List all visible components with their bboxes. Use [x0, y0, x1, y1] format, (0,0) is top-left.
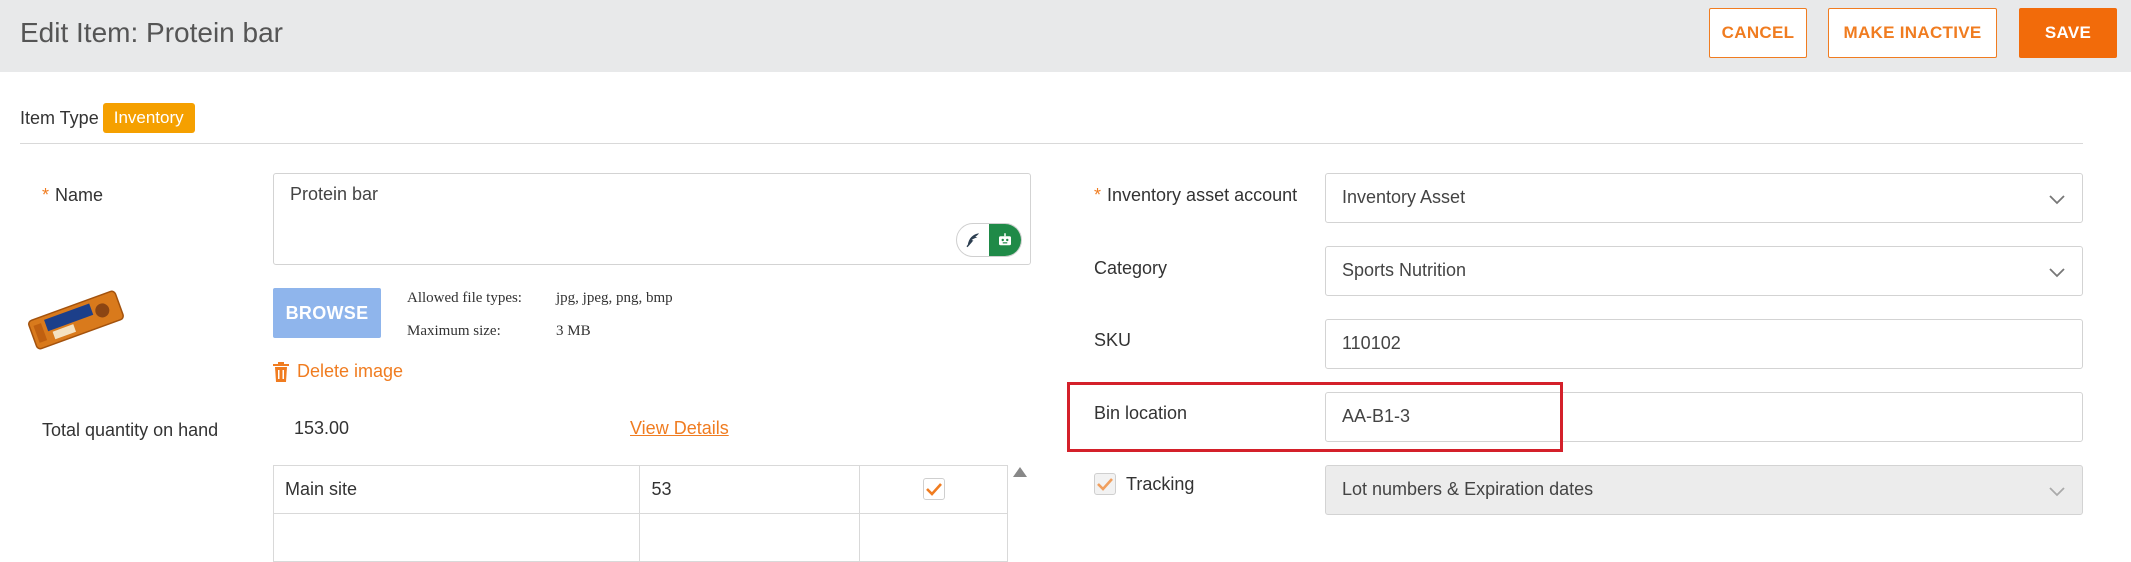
view-details-link[interactable]: View Details — [630, 418, 729, 439]
section-divider — [20, 143, 2083, 144]
sku-value: 110102 — [1342, 333, 1401, 353]
browse-button[interactable]: BROWSE — [273, 288, 381, 338]
cancel-button[interactable]: CANCEL — [1709, 8, 1807, 58]
required-asterisk: * — [42, 185, 50, 205]
make-inactive-button[interactable]: MAKE INACTIVE — [1828, 8, 1997, 58]
table-row — [272, 513, 1008, 562]
tracking-label: Tracking — [1126, 473, 1195, 494]
scroll-up-arrow-icon[interactable] — [1013, 467, 1027, 477]
location-name: Main site — [272, 465, 641, 514]
location-checkbox-empty — [859, 513, 1008, 562]
sku-input[interactable]: 110102 — [1325, 319, 2083, 369]
category-value: Sports Nutrition — [1342, 260, 1467, 280]
ai-robot-button[interactable] — [989, 224, 1021, 256]
robot-icon — [999, 233, 1011, 246]
feather-icon — [966, 233, 979, 248]
chevron-down-icon — [2049, 268, 2065, 278]
location-checkbox-cell — [859, 465, 1008, 514]
name-label-text: Name — [55, 185, 104, 205]
item-type-label: Item Type — [20, 107, 99, 128]
max-size-value: 3 MB — [556, 323, 591, 339]
checkmark-icon — [925, 483, 942, 496]
product-image — [28, 290, 124, 350]
asset-account-value: Inventory Asset — [1342, 187, 1466, 207]
asset-account-select[interactable]: Inventory Asset — [1325, 173, 2083, 223]
category-label: Category — [1094, 258, 1168, 278]
asset-account-label: * Inventory asset account — [1094, 183, 1297, 207]
allowed-file-types-value: jpg, jpeg, png, bmp — [556, 290, 673, 306]
quantity-label: Total quantity on hand — [42, 420, 219, 440]
tracking-toggle[interactable]: Tracking — [1094, 473, 1194, 495]
table-row: Main site 53 — [272, 465, 1008, 514]
trash-icon — [273, 361, 289, 382]
required-asterisk: * — [1094, 185, 1102, 205]
delete-image-link[interactable]: Delete image — [273, 361, 403, 382]
category-select[interactable]: Sports Nutrition — [1325, 246, 2083, 296]
page-title: Edit Item: Protein bar — [20, 17, 284, 48]
save-button[interactable]: SAVE — [2019, 8, 2117, 58]
location-qty-empty — [639, 513, 861, 562]
quantity-value: 153.00 — [294, 418, 350, 438]
locations-table: Main site 53 — [272, 465, 1008, 562]
bin-location-value: AA-B1-3 — [1342, 406, 1411, 426]
location-name-empty — [272, 513, 641, 562]
bin-location-label: Bin location — [1094, 403, 1188, 423]
chevron-down-icon — [2049, 487, 2065, 497]
location-qty: 53 — [639, 465, 861, 514]
delete-image-text: Delete image — [297, 361, 404, 381]
ai-assist-buttons — [956, 223, 1022, 257]
chevron-down-icon — [2049, 195, 2065, 205]
page-header: Edit Item: Protein bar CANCEL MAKE INACT… — [0, 0, 2131, 72]
checkmark-icon — [1097, 478, 1113, 491]
item-type-row: Item Type Inventory — [20, 103, 195, 133]
tracking-checkbox[interactable] — [1094, 473, 1116, 495]
name-field[interactable]: Protein bar — [273, 173, 1031, 265]
location-checkbox[interactable] — [922, 478, 945, 500]
allowed-file-types-label: Allowed file types: — [407, 290, 522, 306]
item-type-badge: Inventory — [102, 103, 195, 133]
name-label: * Name — [42, 183, 103, 207]
tracking-value: Lot numbers & Expiration dates — [1342, 479, 1594, 499]
max-size-label: Maximum size: — [407, 323, 501, 339]
tracking-select: Lot numbers & Expiration dates — [1325, 465, 2083, 515]
name-value: Protein bar — [290, 184, 379, 204]
bin-location-input[interactable]: AA-B1-3 — [1325, 392, 2083, 442]
asset-account-label-text: Inventory asset account — [1107, 185, 1298, 205]
sku-label: SKU — [1094, 330, 1132, 350]
ai-write-button[interactable] — [957, 224, 989, 256]
